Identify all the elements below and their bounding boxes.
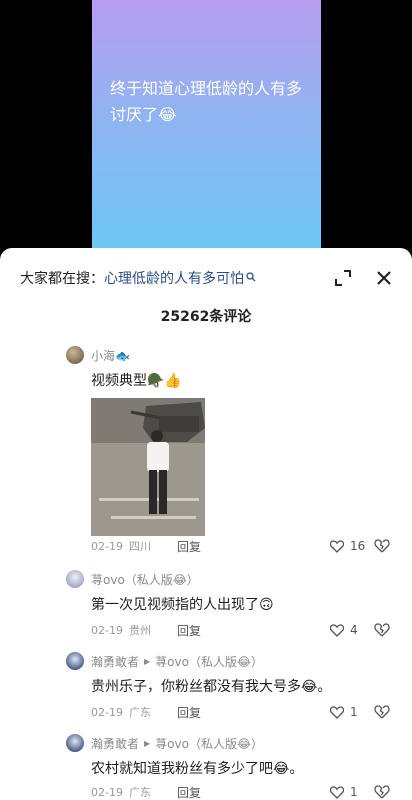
like-button[interactable]: 1: [330, 784, 358, 800]
comment-date: 02-19: [91, 785, 123, 799]
comment-author[interactable]: 小海🐟: [91, 347, 130, 363]
like-button[interactable]: 16: [330, 538, 365, 554]
comment-text: 农村就知道我粉丝有多少了吧😂。: [91, 761, 304, 777]
close-icon[interactable]: [373, 267, 395, 289]
like-count: 16: [350, 539, 366, 553]
comment-item: 小海🐟 视频典型🪖👍 02-19 四川 回复 16: [66, 346, 396, 561]
heart-icon: [330, 539, 344, 553]
comment-text: 视频典型🪖👍: [91, 373, 182, 389]
comment-date: 02-19: [91, 623, 123, 637]
comment-item: 荨ovo（私人版😂） 第一次见视频指的人出现了🙃 02-19 贵州 回复 4: [66, 570, 396, 640]
heart-icon: [330, 705, 344, 719]
dislike-icon[interactable]: [374, 538, 390, 554]
dislike-icon[interactable]: [374, 622, 390, 638]
comment-location: 广东: [128, 706, 151, 719]
search-icon: [246, 271, 256, 285]
reply-to-name: 荨ovo（私人版😂）: [155, 654, 263, 669]
comment-author[interactable]: 瀚勇敢者 ▶ 荨ovo（私人版😂）: [91, 653, 263, 669]
author-name: 瀚勇敢者: [91, 654, 140, 669]
reply-to-name: 荨ovo（私人版😂）: [155, 736, 263, 751]
like-button[interactable]: 4: [330, 622, 358, 638]
reply-arrow-icon: ▶: [144, 738, 151, 748]
avatar[interactable]: [66, 652, 84, 670]
comment-meta: 02-19 贵州 回复: [91, 622, 201, 638]
comment-count: 25262条评论: [160, 309, 252, 325]
like-count: 1: [350, 705, 358, 719]
dislike-icon[interactable]: [374, 704, 390, 720]
heart-icon: [330, 785, 344, 799]
avatar[interactable]: [66, 570, 84, 588]
comment-item: 瀚勇敢者 ▶ 荨ovo（私人版😂） 农村就知道我粉丝有多少了吧😂。 02-19 …: [66, 734, 396, 800]
comment-date: 02-19: [91, 539, 123, 553]
like-count: 4: [350, 623, 358, 637]
like-count: 1: [350, 785, 358, 799]
comment-location: 贵州: [128, 624, 151, 637]
comment-text: 贵州乐子，你粉丝都没有我大号多😂。: [91, 679, 332, 695]
reply-arrow-icon: ▶: [144, 656, 151, 666]
comment-text: 第一次见视频指的人出现了🙃: [91, 597, 274, 613]
like-button[interactable]: 1: [330, 704, 358, 720]
reply-button[interactable]: 回复: [177, 622, 201, 639]
author-name: 瀚勇敢者: [91, 736, 140, 751]
avatar[interactable]: [66, 734, 84, 752]
heart-icon: [330, 623, 344, 637]
comment-author[interactable]: 荨ovo（私人版😂）: [91, 571, 199, 587]
search-term-link[interactable]: 心理低龄的人有多可怕: [104, 268, 244, 288]
author-name: 小海🐟: [91, 348, 130, 363]
author-name: 荨ovo（私人版😂）: [91, 572, 199, 587]
avatar[interactable]: [66, 346, 84, 364]
search-prefix: 大家都在搜：: [20, 271, 104, 287]
comment-date: 02-19: [91, 705, 123, 719]
comment-author[interactable]: 瀚勇敢者 ▶ 荨ovo（私人版😂）: [91, 735, 263, 751]
reply-button[interactable]: 回复: [177, 538, 201, 555]
video-caption: 终于知道心理低龄的人有多讨厌了😂: [110, 79, 303, 124]
comment-meta: 02-19 四川 回复: [91, 538, 201, 554]
search-suggestion[interactable]: 大家都在搜： 心理低龄的人有多可怕: [20, 268, 256, 288]
expand-icon[interactable]: [333, 268, 353, 288]
comment-meta: 02-19 广东 回复: [91, 784, 201, 800]
comment-item: 瀚勇敢者 ▶ 荨ovo（私人版😂） 贵州乐子，你粉丝都没有我大号多😂。 02-1…: [66, 652, 396, 722]
dislike-icon[interactable]: [374, 784, 390, 800]
comment-sheet: 大家都在搜： 心理低龄的人有多可怕 25262条评论 小海🐟 视频典型🪖👍 02…: [0, 248, 412, 800]
comment-meta: 02-19 广东 回复: [91, 704, 201, 720]
reply-button[interactable]: 回复: [177, 704, 201, 721]
screen: 终于知道心理低龄的人有多讨厌了😂 大家都在搜： 心理低龄的人有多可怕 25262…: [0, 0, 412, 800]
video-player[interactable]: 终于知道心理低龄的人有多讨厌了😂: [92, 0, 321, 262]
comment-location: 四川: [128, 540, 151, 553]
comment-image[interactable]: [91, 398, 205, 536]
comment-location: 广东: [128, 786, 151, 799]
reply-button[interactable]: 回复: [177, 784, 201, 800]
